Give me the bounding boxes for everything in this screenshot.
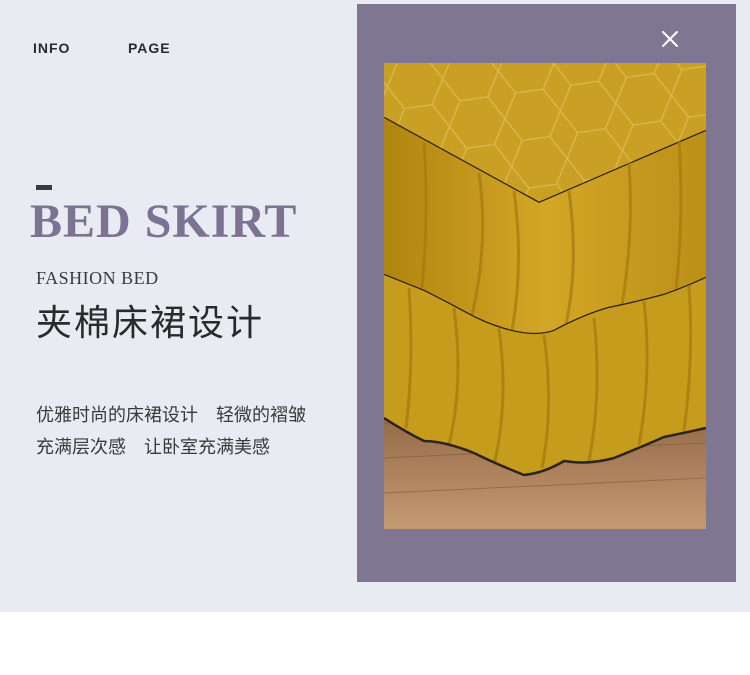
description-line-2: 充满层次感 让卧室充满美感	[36, 437, 270, 458]
bed-skirt-photo	[384, 63, 706, 529]
page-title: BED SKIRT	[30, 195, 298, 248]
chinese-heading: 夹棉床裙设计	[36, 303, 265, 344]
close-icon	[662, 31, 678, 47]
description-line-1: 优雅时尚的床裙设计 轻微的褶皱	[36, 405, 306, 426]
title-accent-bar	[36, 185, 52, 190]
nav-page-link[interactable]: PAGE	[128, 40, 171, 56]
close-button[interactable]	[659, 28, 681, 50]
page-subtitle: FASHION BED	[36, 268, 159, 288]
bed-skirt-illustration	[384, 63, 706, 529]
nav-info-link[interactable]: INFO	[33, 40, 70, 56]
